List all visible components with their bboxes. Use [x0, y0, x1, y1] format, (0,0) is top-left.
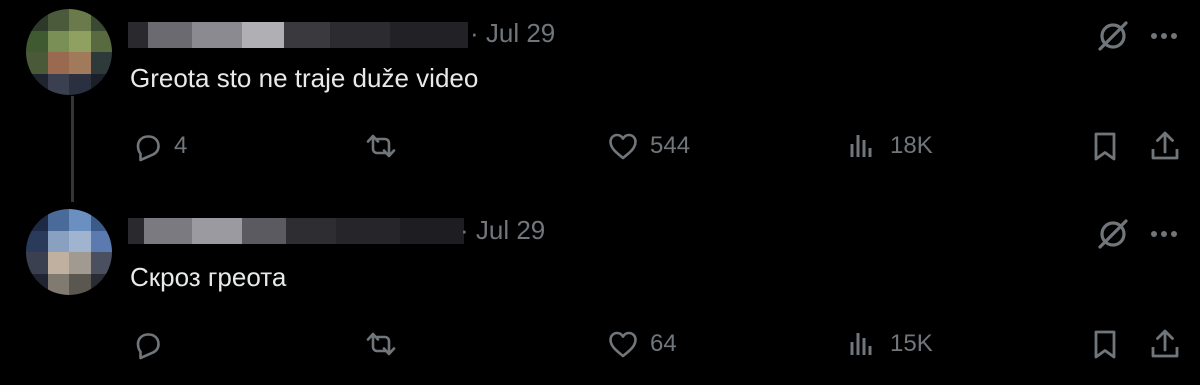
- bookmark-button[interactable]: [1088, 126, 1122, 166]
- share-button[interactable]: [1148, 126, 1182, 166]
- like-icon: [609, 331, 637, 358]
- like-button[interactable]: 544: [606, 126, 690, 166]
- bookmark-button[interactable]: [1088, 324, 1122, 364]
- reply-button[interactable]: [130, 324, 174, 364]
- bookmark-icon: [1094, 132, 1116, 161]
- views-icon: [850, 333, 872, 355]
- like-icon: [609, 133, 637, 160]
- repost-button[interactable]: [364, 126, 408, 166]
- grok-icon[interactable]: [1094, 17, 1132, 55]
- reply-count: 4: [174, 132, 188, 159]
- views-count: 15K: [890, 330, 933, 357]
- views-button[interactable]: 15K: [846, 324, 933, 364]
- grok-icon[interactable]: [1094, 215, 1132, 253]
- more-icon[interactable]: [1144, 214, 1184, 254]
- more-icon[interactable]: [1144, 16, 1184, 56]
- views-icon: [850, 135, 872, 157]
- repost-icon: [366, 134, 396, 158]
- reply-icon: [136, 135, 160, 162]
- reply-icon: [136, 333, 160, 360]
- views-button[interactable]: 18K: [846, 126, 933, 166]
- share-button[interactable]: [1148, 324, 1182, 364]
- bookmark-icon: [1094, 330, 1116, 359]
- post-actions: 4 544 18K: [0, 126, 1200, 166]
- like-button[interactable]: 64: [606, 324, 677, 364]
- author-name-redacted[interactable]: [128, 218, 464, 244]
- views-count: 18K: [890, 132, 933, 159]
- post-date[interactable]: · Jul 29: [460, 215, 545, 246]
- post-text: Greota sto ne traje duže video: [130, 63, 479, 93]
- post-text: Скроз греота: [130, 262, 287, 292]
- share-icon: [1151, 131, 1179, 160]
- avatar[interactable]: [26, 9, 112, 95]
- post-date[interactable]: · Jul 29: [470, 18, 555, 49]
- like-count: 544: [650, 132, 691, 159]
- like-count: 64: [650, 330, 677, 357]
- author-name-redacted[interactable]: [128, 22, 468, 48]
- repost-button[interactable]: [364, 324, 408, 364]
- share-icon: [1151, 329, 1179, 358]
- avatar[interactable]: [26, 209, 112, 295]
- repost-icon: [366, 332, 396, 356]
- reply-button[interactable]: 4: [130, 126, 187, 166]
- post-actions: 64 15K: [0, 324, 1200, 364]
